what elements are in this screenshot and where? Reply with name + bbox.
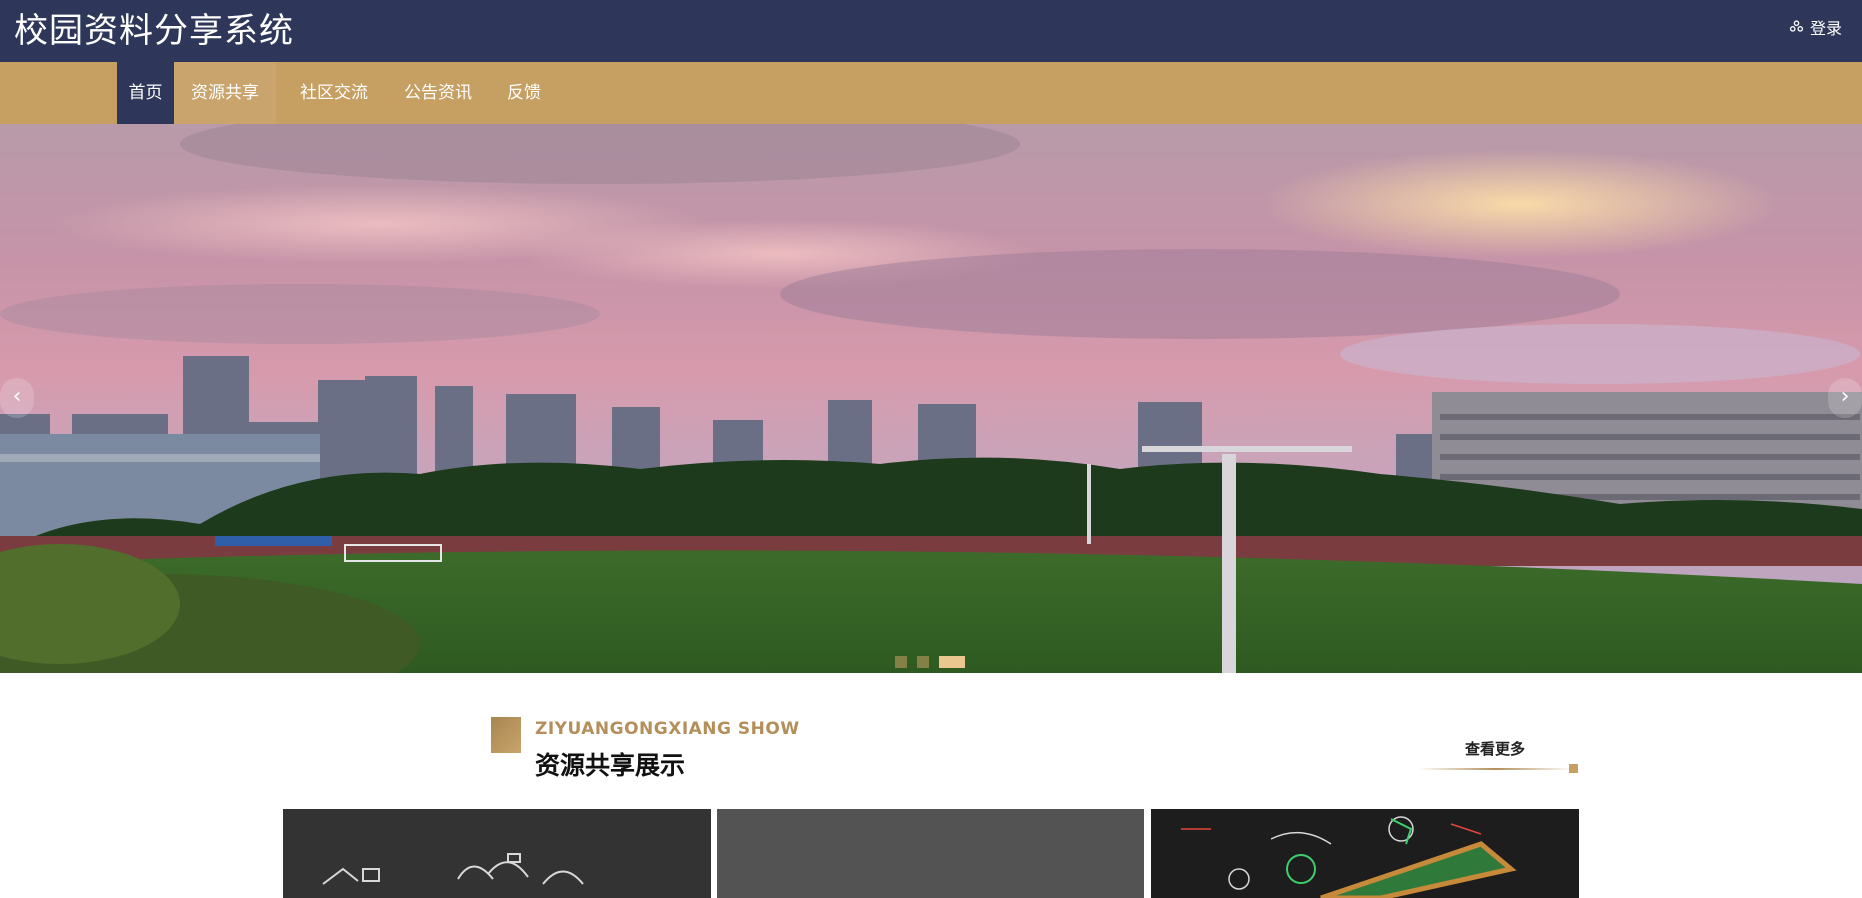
top-header: 校园资料分享系统 登录	[0, 0, 1862, 62]
section-accent-square	[491, 717, 521, 753]
dark-texture-image	[717, 809, 1144, 898]
view-more-underline	[1418, 768, 1573, 770]
site-title: 校园资料分享系统	[14, 11, 294, 51]
carousel-dot-1[interactable]	[895, 656, 907, 668]
section-title: 资源共享展示	[535, 751, 686, 780]
science-chalkboard-image	[1151, 809, 1579, 898]
user-group-icon	[1789, 18, 1804, 40]
view-more-link[interactable]: 查看更多	[1440, 738, 1550, 759]
chalkboard-doodle-image	[283, 809, 711, 898]
carousel-next-button[interactable]: ›	[1828, 378, 1862, 418]
nav-item-resource-share[interactable]: 资源共享	[174, 62, 276, 124]
view-more-accent	[1569, 764, 1578, 773]
main-nav: 首页 资源共享 社区交流 公告资讯 反馈	[0, 62, 1862, 124]
login-label: 登录	[1809, 19, 1842, 38]
nav-item-announcements[interactable]: 公告资讯	[392, 62, 484, 124]
login-button[interactable]: 登录	[1789, 18, 1842, 40]
nav-item-community[interactable]: 社区交流	[288, 62, 380, 124]
nav-item-feedback[interactable]: 反馈	[496, 62, 552, 124]
nav-item-home[interactable]: 首页	[117, 62, 174, 124]
carousel-indicators	[895, 656, 965, 668]
csdn-watermark: CSDN @计算机学姐	[1592, 849, 1858, 883]
section-subtitle: ZIYUANGONGXIANG SHOW	[535, 719, 800, 739]
resource-card-3[interactable]	[1151, 809, 1579, 898]
resource-card-1[interactable]	[283, 809, 711, 898]
carousel-dot-2[interactable]	[917, 656, 929, 668]
carousel-prev-button[interactable]: ‹	[0, 378, 34, 418]
banner-carousel: ‹ ›	[0, 124, 1862, 673]
resource-card-2[interactable]	[717, 809, 1144, 898]
carousel-dot-3[interactable]	[939, 656, 965, 668]
campus-sunset-photo	[0, 124, 1862, 673]
